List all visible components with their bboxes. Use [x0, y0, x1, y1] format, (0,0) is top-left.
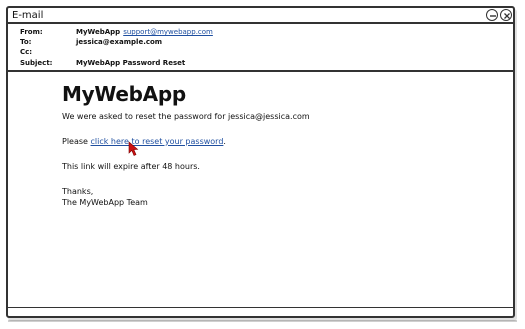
intro-text: We were asked to reset the password for …	[62, 112, 310, 121]
email-body: MyWebApp We were asked to reset the pass…	[62, 82, 515, 208]
window-footer	[8, 307, 513, 316]
brand-heading: MyWebApp	[62, 82, 186, 106]
title-bar: E-mail	[8, 8, 513, 24]
cc-label: Cc:	[20, 48, 33, 56]
subject-value: MyWebApp Password Reset	[76, 59, 186, 67]
minimize-button[interactable]	[486, 9, 498, 21]
mouse-pointer-icon	[128, 141, 139, 156]
cc-row: Cc:	[8, 47, 513, 58]
thanks-text: Thanks,	[62, 187, 94, 196]
signature-text: The MyWebApp Team	[62, 198, 148, 207]
window-shadow	[8, 320, 517, 322]
subject-label: Subject:	[20, 59, 53, 67]
minimize-icon	[490, 15, 496, 17]
subject-row: Subject: MyWebApp Password Reset	[8, 58, 513, 69]
from-name: MyWebApp	[76, 28, 121, 36]
please-text: Please	[62, 137, 88, 146]
window-title: E-mail	[12, 10, 44, 21]
reset-paragraph: Please click here to reset your password…	[62, 136, 515, 156]
from-email-link[interactable]: support@mywebapp.com	[123, 28, 213, 36]
reset-password-link[interactable]: click here to reset your password	[91, 137, 224, 146]
period-text: .	[223, 137, 226, 146]
email-header: From: MyWebApp support@mywebapp.com To: j…	[8, 24, 513, 72]
expire-text: This link will expire after 48 hours.	[62, 162, 200, 171]
close-icon	[504, 13, 510, 19]
close-button[interactable]	[500, 9, 512, 21]
